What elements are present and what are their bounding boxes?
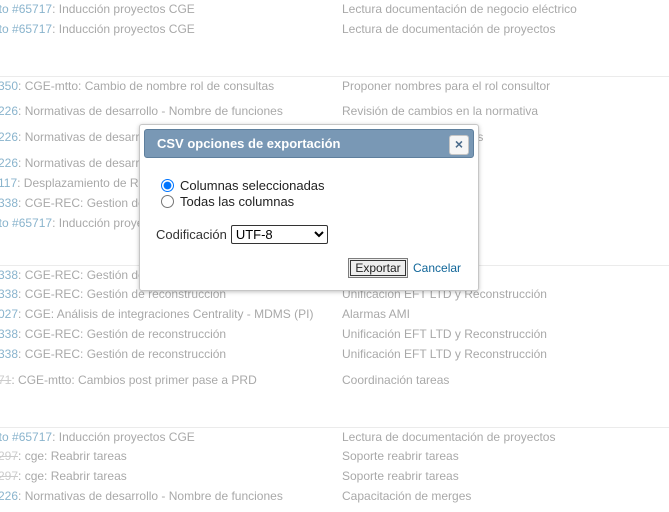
option-all-columns-label: Todas las columnas <box>180 194 295 209</box>
export-button[interactable]: Exportar <box>348 258 408 278</box>
radio-selected-columns[interactable] <box>161 179 174 192</box>
csv-export-dialog: CSV opciones de exportación × Columnas s… <box>139 124 479 291</box>
option-all-columns[interactable]: Todas las columnas <box>160 194 294 209</box>
encoding-select[interactable]: UTF-8 <box>230 225 328 244</box>
cancel-link[interactable]: Cancelar <box>413 261 461 275</box>
dialog-title: CSV opciones de exportación <box>157 136 341 151</box>
encoding-label: Codificación <box>156 227 227 242</box>
encoding-row: Codificación UTF-8 <box>156 225 328 244</box>
close-icon[interactable]: × <box>449 135 469 155</box>
radio-all-columns[interactable] <box>161 195 174 208</box>
dialog-titlebar: CSV opciones de exportación × <box>144 129 474 158</box>
option-selected-columns[interactable]: Columnas seleccionadas <box>160 178 325 193</box>
option-selected-columns-label: Columnas seleccionadas <box>180 178 325 193</box>
